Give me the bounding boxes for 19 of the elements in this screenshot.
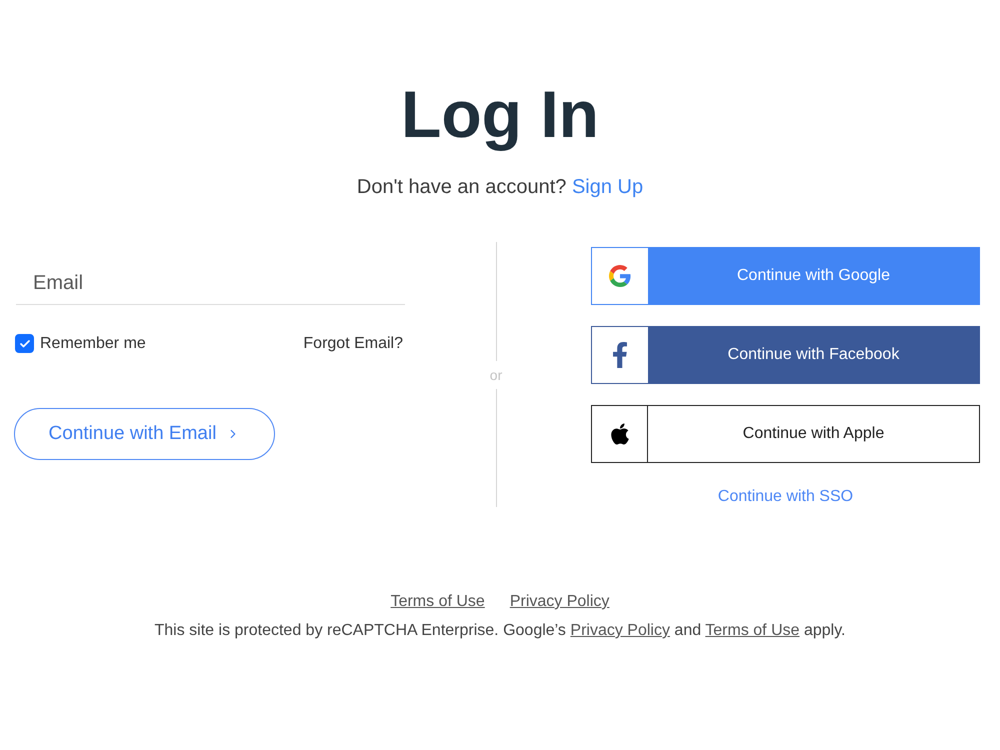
facebook-signin-button[interactable]: Continue with Facebook xyxy=(591,326,980,384)
remember-me-label: Remember me xyxy=(40,334,146,354)
or-label: or xyxy=(490,366,502,382)
continue-with-email-button[interactable]: Continue with Email xyxy=(14,408,275,460)
google-signin-button[interactable]: Continue with Google xyxy=(591,247,980,305)
footer-link[interactable]: Privacy Policy xyxy=(510,592,610,612)
check-icon xyxy=(18,338,30,350)
remember-me-checkbox[interactable] xyxy=(15,334,34,353)
sign-up-link[interactable]: Sign Up xyxy=(572,176,644,198)
recaptcha-notice: This site is protected by reCAPTCHA Enterprise. Google’s Privacy Policy and Terms of Use apply. xyxy=(154,621,846,641)
notice-link[interactable]: Privacy Policy xyxy=(570,622,670,639)
g-logo-icon xyxy=(592,248,648,304)
forgot-email-link[interactable]: Forgot Email? xyxy=(303,332,403,356)
signup-prompt: Don't have an account? Sign Up xyxy=(356,175,644,199)
apple-signin-button[interactable]: Continue with Apple xyxy=(591,405,980,463)
email-field[interactable]: Email xyxy=(16,262,405,305)
notice-link[interactable]: Terms of Use xyxy=(705,622,800,639)
footer-link[interactable]: Terms of Use xyxy=(390,592,485,612)
f-logo-icon xyxy=(592,327,648,383)
